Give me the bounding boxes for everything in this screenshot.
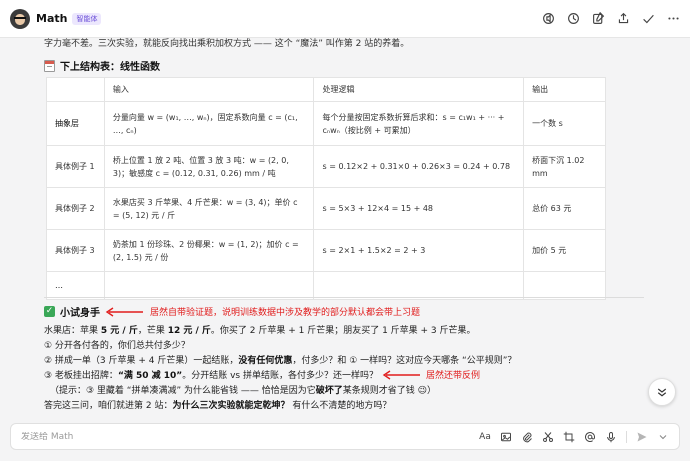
checkbox-icon: ✓ xyxy=(44,306,55,317)
table-cell: 加价 5 元 xyxy=(523,229,606,272)
table-cell: 桥面下沉 1.02 mm xyxy=(523,145,606,188)
table-header: 处理逻辑 xyxy=(313,77,525,102)
table-cell: 奶茶加 1 份珍珠、2 份椰果：w = (1, 2)；加价 c = (2, 1.… xyxy=(103,229,315,272)
notepad-icon xyxy=(44,59,55,72)
table-cell: s = 2×1 + 1.5×2 = 2 + 3 xyxy=(313,229,525,272)
text-span: ，付多少？和 ① 一样吗？这对应今天哪条 “公平规则”？ xyxy=(292,356,517,366)
text-span: 答完这三问，咱们就进第 2 站： xyxy=(44,401,173,411)
table-cell: 每个分量按固定系数折算后求和：s = c₁w₁ + ··· + cₙwₙ（按比例… xyxy=(313,101,525,146)
check-icon[interactable] xyxy=(642,12,655,25)
question-line: ② 拼成一单（3 斤苹果 + 4 斤芒果）一起结账，没有任何优惠，付多少？和 ①… xyxy=(44,353,516,366)
row-label: 抽象层 xyxy=(46,101,105,146)
question-line: ① 分开各付各的，你们总共付多少？ xyxy=(44,341,190,351)
scissors-icon[interactable] xyxy=(542,431,554,443)
table-header: 输出 xyxy=(523,77,606,102)
text-span: 有什么不清楚的地方吗？ xyxy=(289,401,392,411)
scroll-to-bottom-button[interactable] xyxy=(648,378,676,406)
row-label: … xyxy=(46,271,105,300)
table-cell: s = 0.12×2 + 0.31×0 + 0.26×3 = 0.24 + 0.… xyxy=(313,145,525,188)
table-cell: 分量向量 w = (w₁, …, wₙ)，固定系数向量 c = (c₁, …, … xyxy=(103,101,315,146)
text-span: 。你买了 2 斤苹果 + 1 斤芒果；朋友买了 1 斤苹果 + 3 斤芒果。 xyxy=(210,326,476,336)
share-icon[interactable] xyxy=(617,12,630,25)
at-icon[interactable] xyxy=(584,431,596,443)
hint-line: （提示：③ 里藏着 “拼单凑满减” 为什么能省钱 —— 恰恰是因为它破坏了某条规… xyxy=(50,383,436,396)
bold-text: 5 元 / 斤 xyxy=(100,326,138,336)
send-icon[interactable] xyxy=(636,431,648,443)
row-label: 具体例子 3 xyxy=(46,229,105,272)
row-label: 具体例子 1 xyxy=(46,145,105,188)
table-cell xyxy=(523,271,606,300)
table-header-row: 输入 处理逻辑 输出 xyxy=(46,77,606,102)
more-icon[interactable] xyxy=(667,12,680,25)
bold-text: 为什么三次实验就能定乾坤？ xyxy=(172,401,290,411)
bold-text: 没有任何优惠 xyxy=(238,356,293,366)
table-cell xyxy=(103,271,315,300)
red-arrow-icon xyxy=(382,369,422,380)
header-toolbar xyxy=(542,12,680,25)
history-icon[interactable] xyxy=(567,12,580,25)
avatar-glasses xyxy=(14,16,26,20)
message-content: 字力毫不差。三次实验，就能反向找出乘积加权方式 —— 这个 “魔法” 叫作第 2… xyxy=(30,32,660,420)
red-arrow-icon xyxy=(105,306,145,317)
image-icon[interactable] xyxy=(500,431,512,443)
avatar[interactable] xyxy=(10,8,30,29)
question-line: 水果店：苹果 5 元 / 斤，芒果 12 元 / 斤。你买了 2 斤苹果 + 1… xyxy=(44,323,476,336)
microphone-icon[interactable] xyxy=(605,431,617,443)
question-line: ③ 老板挂出招牌：“满 50 减 10”。分开结账 vs 拼单结账，各付多少？还… xyxy=(44,368,480,381)
chat-title: Math xyxy=(36,12,68,25)
table-cell: 总价 63 元 xyxy=(523,187,606,230)
message-composer: Aa xyxy=(10,423,680,450)
row-label: 具体例子 2 xyxy=(46,187,105,230)
table-row: 具体例子 2 水果店买 3 斤苹果、4 斤芒果：w = (3, 4)；单价 c … xyxy=(46,187,606,230)
text-span: ，芒果 xyxy=(137,326,168,336)
divider xyxy=(44,297,644,298)
table-cell: 一个数 s xyxy=(523,101,606,146)
crop-icon[interactable] xyxy=(563,431,575,443)
annotation-text: 居然自带验证题，说明训练数据中涉及教学的部分默认都会带上习题 xyxy=(150,308,421,318)
text-span: 某条规则才省了钱 😉） xyxy=(342,386,436,396)
practice-heading: ✓ 小试身手 居然自带验证题，说明训练数据中涉及教学的部分默认都会带上习题 xyxy=(44,304,420,319)
toolbar-separator xyxy=(626,430,627,443)
text-span: 水果店：苹果 xyxy=(44,326,101,336)
text-span: （提示：③ 里藏着 “拼单凑满减” 为什么能省钱 —— 恰恰是因为它 xyxy=(50,386,316,396)
table-row: 具体例子 3 奶茶加 1 份珍珠、2 份椰果：w = (1, 2)；加价 c =… xyxy=(46,229,606,272)
closing-line: 答完这三问，咱们就进第 2 站：为什么三次实验就能定乾坤？ 有什么不清楚的地方吗… xyxy=(44,398,391,411)
composer-toolbar: Aa xyxy=(479,430,669,443)
table-row: 抽象层 分量向量 w = (w₁, …, wₙ)，固定系数向量 c = (c₁,… xyxy=(46,101,606,146)
app-window: Math 智能体 字力毫不差。三次实验，就能反向找出乘积加权方式 —— 这个 “… xyxy=(0,0,690,461)
chat-header: Math 智能体 xyxy=(0,0,690,38)
bold-text: 12 元 / 斤 xyxy=(167,326,211,336)
double-chevron-down-icon xyxy=(657,388,667,397)
table-header: 输入 xyxy=(103,77,315,102)
annotation-text: 居然还带反例 xyxy=(425,371,480,381)
table-cell: 水果店买 3 斤苹果、4 斤芒果：w = (3, 4)；单价 c = (5, 1… xyxy=(103,187,315,230)
text-span: ② 拼成一单（3 斤苹果 + 4 斤芒果）一起结账， xyxy=(44,356,239,366)
message-input[interactable] xyxy=(21,431,479,442)
practice-title: 小试身手 xyxy=(60,308,100,319)
new-chat-icon[interactable] xyxy=(592,12,605,25)
structure-table: 输入 处理逻辑 输出 抽象层 分量向量 w = (w₁, …, wₙ)，固定系数… xyxy=(46,77,606,300)
attachment-icon[interactable] xyxy=(521,431,533,443)
table-cell: 桥上位置 1 放 2 吨、位置 3 放 3 吨：w = (2, 0, 3)；敏感… xyxy=(103,145,315,188)
text-format-icon[interactable]: Aa xyxy=(479,431,491,443)
bold-text: 破坏了 xyxy=(315,386,343,396)
table-cell xyxy=(313,271,525,300)
table-row: 具体例子 1 桥上位置 1 放 2 吨、位置 3 放 3 吨：w = (2, 0… xyxy=(46,145,606,188)
chevron-down-icon[interactable] xyxy=(657,431,669,443)
text-span: 。分开结账 vs 拼单结账，各付多少？还一样吗？ xyxy=(182,371,378,381)
table-header xyxy=(46,77,105,102)
text-span: ③ 老板挂出招牌： xyxy=(44,371,118,381)
bold-text: “满 50 减 10” xyxy=(117,371,183,381)
section-heading: 下上结构表：线性函数 xyxy=(44,58,160,73)
section-title: 下上结构表：线性函数 xyxy=(60,62,160,73)
table-row: … xyxy=(46,271,606,300)
speaker-icon[interactable] xyxy=(542,12,555,25)
agent-badge: 智能体 xyxy=(72,12,102,25)
table-cell: s = 5×3 + 12×4 = 15 + 48 xyxy=(313,187,525,230)
